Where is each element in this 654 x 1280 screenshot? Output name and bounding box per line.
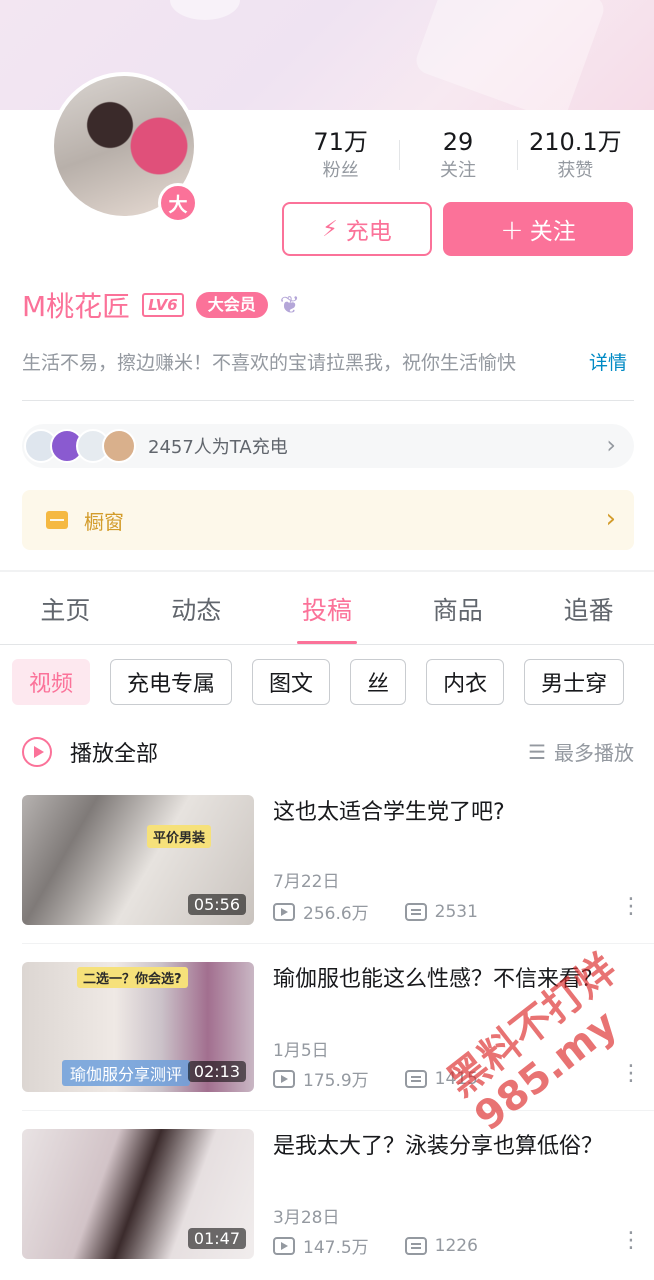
stat-number: 29: [442, 128, 474, 156]
video-thumbnail[interactable]: 二选一？你会选? 瑜伽服分享测评 02:13: [22, 962, 254, 1092]
video-thumbnail[interactable]: 01:47: [22, 1129, 254, 1259]
level-badge: LV6: [142, 293, 184, 317]
profile-stats: 71万 粉丝 29 关注 210.1万 获赞: [282, 126, 634, 184]
video-title[interactable]: 是我太大了？泳装分享也算低俗？: [273, 1129, 613, 1165]
thumbnail-caption: 平价男装: [147, 825, 212, 848]
chip-video[interactable]: 视频: [12, 659, 91, 705]
video-meta: 147.5万 1226: [273, 1233, 478, 1258]
divider: [0, 644, 654, 645]
chip-image-text[interactable]: 图文: [252, 659, 331, 705]
list-icon: ☰: [528, 739, 546, 764]
chip-silk[interactable]: 丝: [350, 659, 407, 705]
banner-decoration: [170, 0, 240, 20]
divider: [22, 1110, 654, 1111]
play-count: 147.5万: [303, 1238, 369, 1258]
lightning-icon: ⚡: [322, 216, 338, 242]
supporter-avatars: [24, 429, 136, 463]
stat-label: 获赞: [557, 160, 594, 181]
charge-supporters-row[interactable]: 2457人为TA充电 ›: [22, 424, 634, 468]
video-duration: 05:56: [187, 894, 246, 915]
sort-button[interactable]: ☰ 最多播放: [528, 737, 634, 766]
section-divider: [0, 570, 654, 572]
shop-window-row[interactable]: 橱窗 ›: [22, 490, 634, 550]
follow-button-label: 关注: [529, 219, 576, 245]
video-duration: 01:47: [187, 1228, 246, 1249]
danmaku-count: 2531: [434, 901, 478, 922]
sort-label: 最多播放: [554, 741, 634, 765]
video-item[interactable]: 平价男装 05:56 这也太适合学生党了吧? 7月22日 256.6万 2531…: [22, 795, 642, 927]
video-date: 3月28日: [273, 1208, 340, 1228]
danmaku-count: 1226: [434, 1235, 478, 1256]
video-item[interactable]: 01:47 是我太大了？泳装分享也算低俗？ 3月28日 147.5万 1226 …: [22, 1129, 642, 1261]
video-duration: 02:13: [187, 1061, 246, 1082]
video-date: 1月5日: [273, 1041, 329, 1061]
tab-uploads[interactable]: 投稿: [262, 578, 393, 644]
play-count-icon: [273, 1069, 295, 1088]
charge-count-text: 2457人为TA充电: [148, 437, 288, 458]
chevron-right-icon: ›: [606, 431, 616, 459]
vip-tag[interactable]: 大会员: [195, 292, 268, 318]
tab-anime[interactable]: 追番: [523, 578, 654, 644]
stat-number: 210.1万: [528, 128, 622, 156]
stat-followers[interactable]: 71万 粉丝: [282, 126, 399, 184]
banner-decoration: [412, 0, 608, 110]
charge-button[interactable]: ⚡ 充电: [282, 202, 432, 256]
play-count-icon: [273, 902, 295, 921]
bio-detail-link[interactable]: 详情: [589, 348, 627, 375]
more-options-icon[interactable]: ⋮: [620, 1063, 642, 1085]
play-count-icon: [273, 1236, 295, 1255]
shop-window-label: 橱窗: [84, 509, 124, 534]
plus-icon: +: [500, 212, 524, 246]
stat-following[interactable]: 29 关注: [399, 126, 516, 184]
tab-home[interactable]: 主页: [0, 578, 131, 644]
shop-icon: [46, 511, 68, 529]
chevron-right-icon: ›: [605, 504, 616, 534]
play-all-row: 播放全部 ☰ 最多播放: [22, 735, 634, 769]
chip-menswear[interactable]: 男士穿: [524, 659, 625, 705]
danmaku-icon: [404, 1069, 427, 1088]
video-title[interactable]: 这也太适合学生党了吧?: [273, 795, 613, 831]
stat-label: 粉丝: [322, 160, 359, 181]
name-row: M桃花匠 LV6 大会员 ❦: [22, 285, 300, 325]
danmaku-icon: [404, 902, 427, 921]
tab-goods[interactable]: 商品: [392, 578, 523, 644]
username: M桃花匠: [22, 290, 131, 323]
play-all-button[interactable]: 播放全部: [70, 736, 158, 768]
divider: [22, 943, 654, 944]
supporter-avatar: [102, 429, 136, 463]
video-date: 7月22日: [273, 872, 340, 892]
more-options-icon[interactable]: ⋮: [620, 896, 642, 918]
thumbnail-caption: 二选一？你会选?: [77, 967, 188, 988]
vip-avatar-badge: 大: [158, 183, 198, 223]
video-thumbnail[interactable]: 平价男装 05:56: [22, 795, 254, 925]
more-options-icon[interactable]: ⋮: [620, 1230, 642, 1252]
play-count: 175.9万: [303, 1071, 369, 1091]
video-meta: 256.6万 2531: [273, 899, 478, 924]
thumbnail-subtitle: 瑜伽服分享测评: [62, 1060, 191, 1086]
divider: [22, 400, 634, 401]
profile-tabs: 主页 动态 投稿 商品 追番: [0, 578, 654, 644]
chip-underwear[interactable]: 内衣: [426, 659, 505, 705]
play-count: 256.6万: [303, 904, 369, 924]
stat-number: 71万: [313, 128, 368, 156]
medal-icon[interactable]: ❦: [280, 291, 300, 319]
stat-likes[interactable]: 210.1万 获赞: [516, 126, 634, 184]
bio-text: 生活不易，擦边赚米！不喜欢的宝请拉黑我，祝你生活愉快: [22, 352, 517, 374]
chip-charge-exclusive[interactable]: 充电专属: [110, 659, 233, 705]
tab-dynamics[interactable]: 动态: [131, 578, 262, 644]
play-circle-icon[interactable]: [22, 737, 52, 767]
charge-button-label: 充电: [345, 219, 392, 245]
category-chips: 视频 充电专属 图文 丝 内衣 男士穿: [12, 659, 654, 709]
danmaku-icon: [404, 1236, 427, 1255]
follow-button[interactable]: + 关注: [443, 202, 633, 256]
stat-label: 关注: [439, 160, 476, 181]
